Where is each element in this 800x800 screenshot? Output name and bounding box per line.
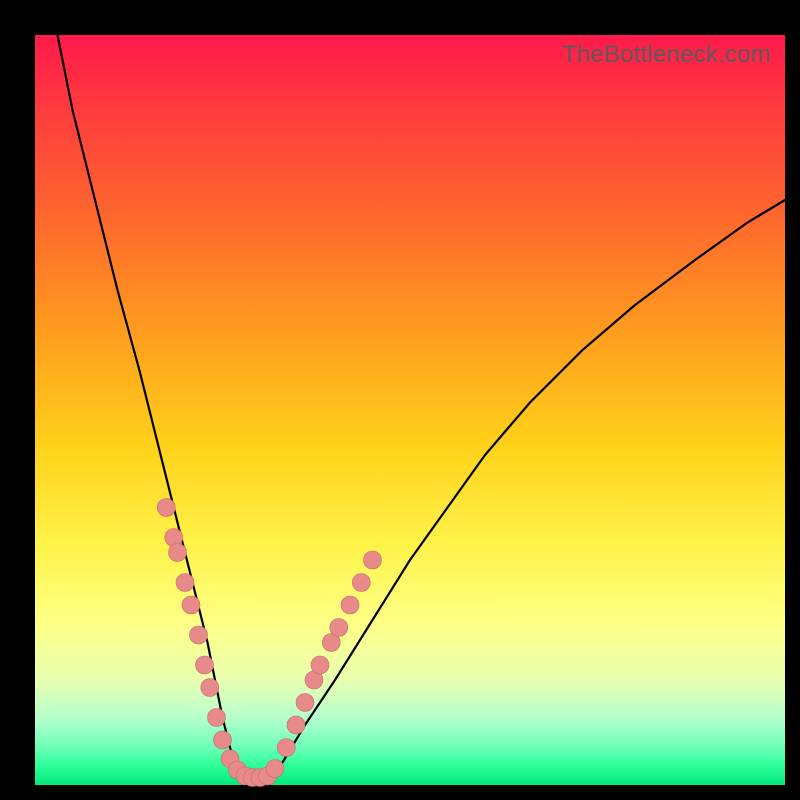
marker-dot <box>341 596 359 614</box>
marker-dot <box>169 544 187 562</box>
marker-dot <box>182 596 200 614</box>
marker-dot <box>296 694 314 712</box>
marker-dot <box>352 574 370 592</box>
marker-dot <box>330 619 348 637</box>
bottleneck-curve <box>58 35 786 778</box>
chart-svg <box>35 35 785 785</box>
marker-dot <box>208 709 226 727</box>
marker-dot <box>196 656 214 674</box>
marker-dot <box>277 739 295 757</box>
chart-frame: TheBottleneck.com <box>0 0 800 800</box>
marker-dot <box>266 760 284 778</box>
marker-dot <box>157 499 175 517</box>
plot-area: TheBottleneck.com <box>35 35 785 785</box>
marker-dot <box>214 731 232 749</box>
marker-dot <box>364 551 382 569</box>
marker-dot <box>311 656 329 674</box>
marker-dot <box>201 679 219 697</box>
marker-group <box>157 499 381 787</box>
marker-dot <box>287 716 305 734</box>
marker-dot <box>190 626 208 644</box>
marker-dot <box>176 574 194 592</box>
